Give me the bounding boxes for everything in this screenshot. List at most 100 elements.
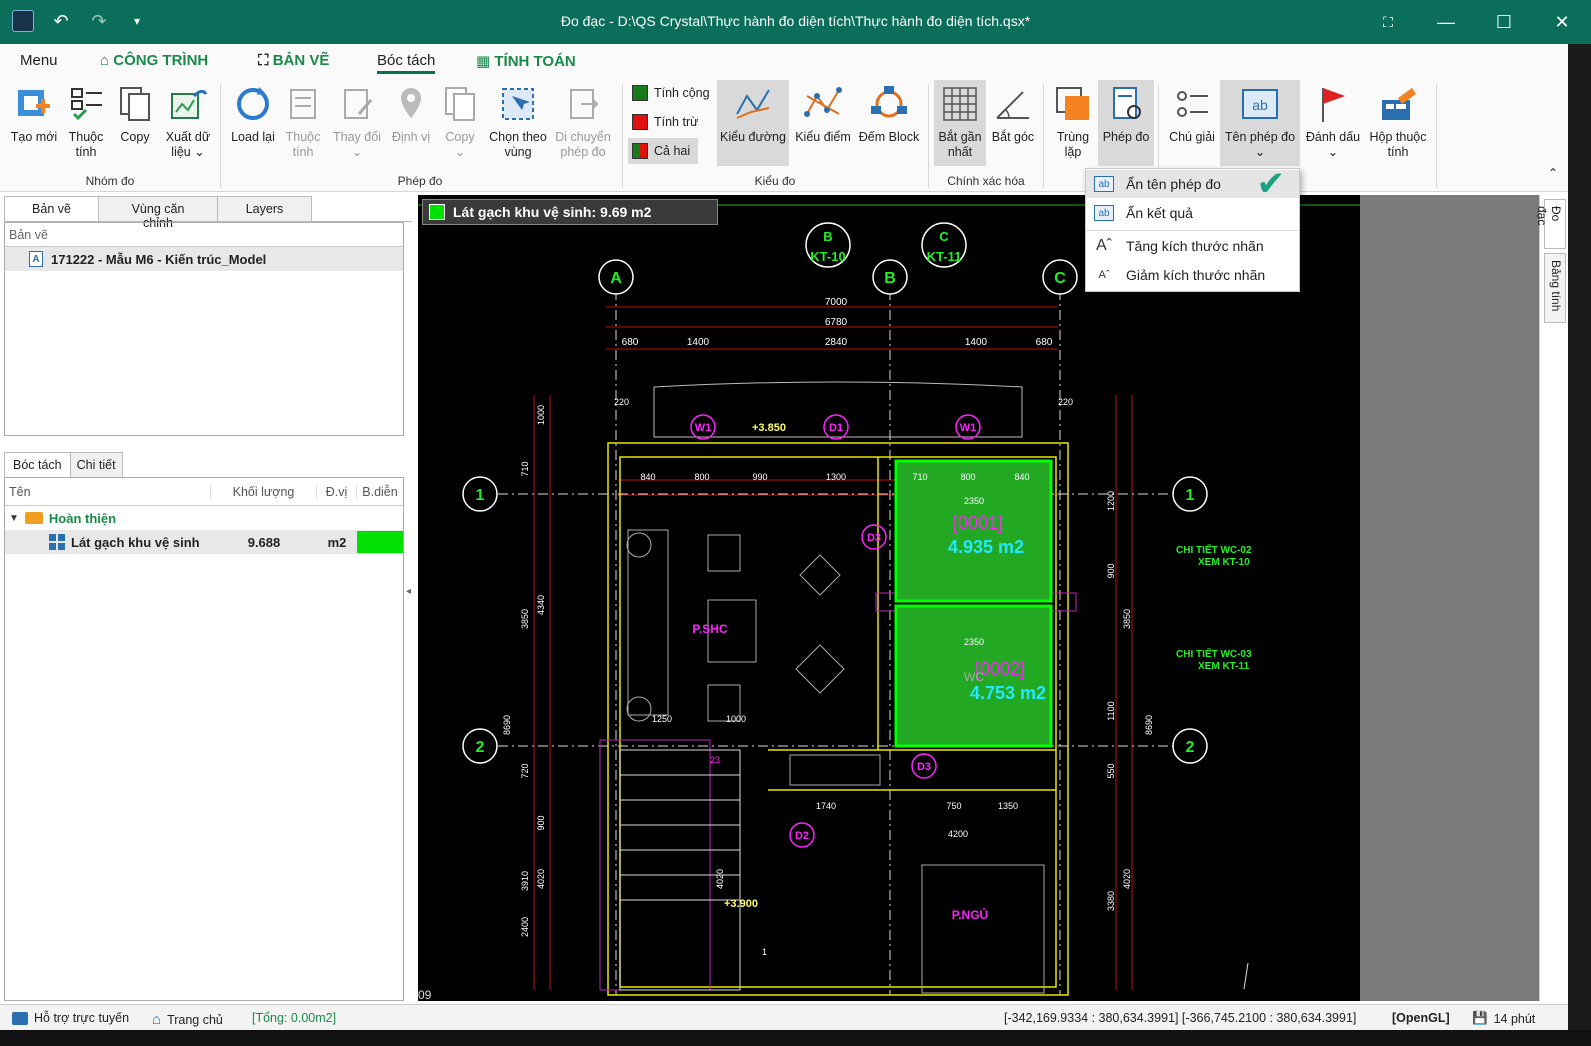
fit-screen-icon[interactable]: ⛶ bbox=[1359, 0, 1417, 44]
dinh-vi-label: Định vị bbox=[391, 130, 431, 144]
minimize-button[interactable]: — bbox=[1417, 0, 1475, 44]
count-block-icon bbox=[869, 84, 909, 124]
chu-giai-button[interactable]: Chú giải bbox=[1164, 80, 1220, 166]
tinh-tru-button[interactable]: Tính trừ bbox=[628, 109, 714, 135]
menu-item-an-ket-qua[interactable]: ab Ẩn kết quả bbox=[1086, 199, 1299, 227]
hop-thuoc-tinh-button[interactable]: Hộp thuộc tính bbox=[1366, 80, 1430, 166]
home-label: Trang chủ bbox=[167, 1012, 223, 1027]
col-khoi-luong[interactable]: Khối lượng bbox=[211, 484, 317, 499]
table-row[interactable]: Lát gạch khu vệ sinh 9.688 m2 bbox=[5, 530, 403, 554]
ten-phep-do-button[interactable]: ab Tên phép đo ⌄ bbox=[1220, 80, 1300, 166]
drawing-item[interactable]: A 171222 - Mẫu M6 - Kiến trúc_Model bbox=[5, 247, 403, 271]
measure-badge: Lát gạch khu vệ sinh: 9.69 m2 bbox=[422, 199, 718, 225]
tab-menu[interactable]: Menu bbox=[20, 52, 58, 69]
menu-item-label: Giảm kích thước nhãn bbox=[1126, 267, 1266, 283]
export-icon bbox=[168, 84, 208, 124]
tab-ban-ve-panel[interactable]: Bản vẽ bbox=[4, 196, 99, 221]
row-color-swatch[interactable] bbox=[357, 531, 403, 553]
tag-label: W1 bbox=[695, 422, 712, 434]
tab-do-dac[interactable]: Đo đạc bbox=[1535, 199, 1566, 249]
thuoc-tinh-button[interactable]: Thuộc tính bbox=[62, 80, 110, 166]
kieu-duong-button[interactable]: Kiểu đường bbox=[717, 80, 789, 166]
collapse-ribbon-icon[interactable]: ⌃ bbox=[1548, 166, 1558, 180]
tab-cong-trinh[interactable]: ⌂ CÔNG TRÌNH bbox=[100, 52, 208, 69]
location-pin-icon bbox=[391, 84, 431, 124]
group-kieu-do: Kiểu đo bbox=[754, 174, 796, 188]
col-bieu-dien[interactable]: B.diễn bbox=[357, 485, 403, 499]
menu-item-giam-kich-thuoc[interactable]: Aˆ Giảm kích thước nhãn bbox=[1086, 261, 1299, 289]
tab-vung-can-chinh[interactable]: Vùng căn chỉnh bbox=[98, 196, 218, 230]
bat-gan-nhat-button[interactable]: Bắt gần nhất bbox=[934, 80, 986, 166]
home-link[interactable]: ⌂ Trang chủ bbox=[152, 1011, 223, 1028]
dem-block-button[interactable]: Đếm Block bbox=[856, 80, 922, 166]
copy-label: Copy bbox=[120, 130, 150, 144]
dim-text: 990 bbox=[752, 472, 767, 482]
axis-bubble-label: A bbox=[610, 270, 622, 287]
help-link[interactable]: Hỗ trợ trực tuyến bbox=[12, 1011, 129, 1025]
cad-canvas[interactable]: [0001] 4.935 m2 [0002] 4.753 m2 WC ABCBK… bbox=[418, 195, 1360, 1001]
dim-text: 4340 bbox=[536, 595, 546, 615]
chon-theo-vung-button[interactable]: Chọn theo vùng bbox=[486, 80, 550, 166]
menu-item-an-ten-phep-do[interactable]: ab Ẩn tên phép đo ✔ bbox=[1086, 165, 1299, 203]
renderer-label: [OpenGL] bbox=[1392, 1011, 1450, 1025]
section-tag-label: B bbox=[823, 229, 832, 244]
font-decrease-icon: Aˆ bbox=[1098, 269, 1110, 281]
group-row[interactable]: ▼ Hoàn thiện bbox=[5, 506, 403, 530]
dim-text: 2350 bbox=[964, 637, 984, 647]
xuat-du-lieu-button[interactable]: Xuất dữ liệu ⌄ bbox=[160, 80, 216, 166]
trung-lap-button[interactable]: Trùng lặp bbox=[1048, 80, 1098, 166]
load-lai-button[interactable]: Load lại bbox=[228, 80, 278, 166]
bat-goc-label: Bắt góc bbox=[991, 130, 1035, 144]
both-square-icon bbox=[632, 143, 648, 159]
tag-label: D3 bbox=[917, 761, 931, 773]
dim-text: 8690 bbox=[502, 715, 512, 735]
col-don-vi[interactable]: Đ.vị bbox=[317, 484, 357, 499]
thuoc-tinh-2-button[interactable]: Thuộc tính bbox=[280, 80, 326, 166]
dinh-vi-button[interactable]: Định vị bbox=[388, 80, 434, 166]
row-unit: m2 bbox=[327, 534, 347, 550]
dim-text: 7000 bbox=[825, 297, 848, 308]
bat-goc-button[interactable]: Bắt góc bbox=[988, 80, 1038, 166]
tab-layers[interactable]: Layers bbox=[217, 196, 312, 221]
tab-bang-tinh[interactable]: Bảng tính bbox=[1544, 253, 1566, 323]
tab-boc-tach-panel[interactable]: Bóc tách bbox=[4, 452, 71, 477]
copy-button[interactable]: Copy bbox=[112, 80, 158, 166]
autosave-timer: 💾 14 phút bbox=[1472, 1011, 1535, 1026]
dim-text: 4020 bbox=[536, 869, 546, 889]
maximize-button[interactable]: ☐ bbox=[1475, 0, 1533, 44]
section-tag-label: KT-10 bbox=[810, 249, 845, 264]
col-ten[interactable]: Tên bbox=[5, 484, 211, 499]
overlap-icon bbox=[1053, 84, 1093, 124]
tinh-cong-button[interactable]: Tính cộng bbox=[628, 80, 714, 106]
dim-text: 1100 bbox=[1106, 701, 1116, 720]
tab-boc-tach[interactable]: Bóc tách bbox=[377, 52, 436, 74]
bottom-edge bbox=[0, 1030, 1591, 1046]
dim-text: 680 bbox=[622, 337, 639, 348]
menu-item-tang-kich-thuoc[interactable]: Aˆ Tăng kích thước nhãn bbox=[1086, 232, 1299, 260]
menu-bar: Menu ⌂ CÔNG TRÌNH ⛶ BẢN VẼ Bóc tách ▦ TÍ… bbox=[0, 44, 1591, 78]
tab-chi-tiet[interactable]: Chi tiết bbox=[69, 452, 123, 477]
kieu-diem-button[interactable]: Kiểu điểm bbox=[792, 80, 854, 166]
dim-text: 2840 bbox=[825, 337, 848, 348]
danh-dau-button[interactable]: Đánh dấu ⌄ bbox=[1302, 80, 1364, 166]
tab-ban-ve[interactable]: ⛶ BẢN VẼ bbox=[258, 52, 329, 69]
dim-text: 1400 bbox=[687, 337, 710, 348]
load-lai-label: Load lại bbox=[231, 130, 275, 144]
dim-text: 1000 bbox=[536, 405, 546, 425]
splitter-handle[interactable]: ◂ bbox=[406, 586, 411, 597]
di-chuyen-phep-do-button[interactable]: Di chuyển phép đo bbox=[552, 80, 614, 166]
tao-moi-button[interactable]: Tạo mới bbox=[8, 80, 60, 166]
tag-label: D2 bbox=[795, 830, 809, 842]
new-measure-icon bbox=[14, 84, 54, 124]
copy-icon-2 bbox=[440, 84, 480, 124]
ca-hai-button[interactable]: Cả hai bbox=[628, 138, 698, 164]
chevron-down-icon[interactable]: ▼ bbox=[9, 513, 19, 524]
dim-text: 23 bbox=[710, 755, 720, 765]
close-button[interactable]: ✕ bbox=[1533, 0, 1591, 44]
tab-tinh-toan[interactable]: ▦ TÍNH TOÁN bbox=[476, 52, 576, 70]
phep-do-button[interactable]: Phép đo bbox=[1098, 80, 1154, 166]
property-box-icon bbox=[1378, 84, 1418, 124]
copy-2-button[interactable]: Copy ⌄ bbox=[438, 80, 482, 166]
thay-doi-button[interactable]: Thay đổi ⌄ bbox=[330, 80, 384, 166]
dim-text: 800 bbox=[960, 472, 975, 482]
